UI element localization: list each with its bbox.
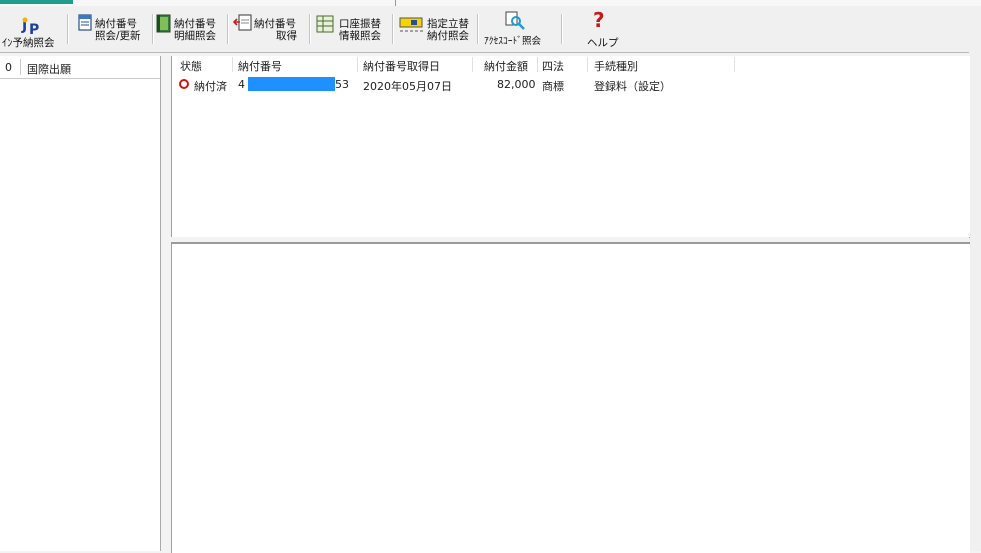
- table-icon: [316, 15, 334, 36]
- row-amount: 82,000: [497, 78, 536, 91]
- row-date: 2020年05月07日: [363, 80, 452, 93]
- toolbar-separator: [67, 14, 69, 44]
- toolbar-separator: [227, 14, 229, 44]
- toolbar: J P ｲﾝ予納照会 納付番号 照会/更新 納付番号 明細照会 納付番号 取得 …: [0, 6, 969, 53]
- column-divider[interactable]: [357, 57, 358, 72]
- noufu-shoukai-label-1: 納付番号: [95, 18, 137, 30]
- access-code-label: ｱｸｾｽｺｰﾄﾞ照会: [484, 36, 542, 47]
- column-divider[interactable]: [537, 57, 538, 72]
- detail-pane: [171, 242, 970, 553]
- key-search-icon: [504, 11, 526, 34]
- shitei-label-2: 納付照会: [427, 30, 469, 42]
- left-tree-pane[interactable]: 0 国際出願: [0, 56, 161, 551]
- yoyaku-button[interactable]: J P ｲﾝ予納照会: [0, 6, 64, 52]
- noufu-meisai-label-2: 明細照会: [174, 30, 216, 42]
- window-right-edge: [969, 6, 981, 551]
- left-header-col-0[interactable]: 0: [5, 61, 12, 74]
- noufu-meisai-button[interactable]: 納付番号 明細照会: [155, 6, 227, 52]
- noufu-shoukai-label-2: 照会/更新: [95, 30, 141, 42]
- noufu-shutoku-button[interactable]: 納付番号 取得: [230, 6, 306, 52]
- row-number-suffix: 53: [335, 78, 349, 91]
- noufu-meisai-label-1: 納付番号: [174, 18, 216, 30]
- noufu-shutoku-label-2: 取得: [276, 30, 297, 42]
- col-header-date[interactable]: 納付番号取得日: [363, 58, 440, 74]
- document-fetch-icon: [232, 14, 253, 35]
- help-button[interactable]: ? ヘルプ: [585, 6, 625, 52]
- list-header: 状態 納付番号 納付番号取得日 納付金額 四法 手続種別: [172, 56, 970, 73]
- kouza-label-2: 情報照会: [339, 30, 381, 42]
- noufu-shoukai-button[interactable]: 納付番号 照会/更新: [72, 6, 150, 52]
- redaction-bar: [248, 77, 335, 91]
- left-header-kokusai[interactable]: 国際出願: [27, 61, 71, 77]
- book-icon: [155, 14, 173, 37]
- row-status: 納付済: [194, 80, 227, 93]
- toolbar-separator: [309, 14, 311, 44]
- status-circle-icon: [179, 79, 189, 89]
- column-divider[interactable]: [587, 57, 588, 72]
- col-header-status[interactable]: 状態: [180, 58, 202, 74]
- header-divider: [20, 59, 21, 75]
- left-tree-header: 0 国際出願: [0, 56, 160, 79]
- row-number-prefix: 4: [238, 78, 245, 91]
- toolbar-separator: [392, 14, 394, 44]
- card-icon: [399, 17, 425, 36]
- toolbar-separator: [561, 14, 563, 44]
- access-code-button[interactable]: ｱｸｾｽｺｰﾄﾞ照会: [482, 6, 558, 52]
- col-header-procedure[interactable]: 手続種別: [594, 58, 638, 74]
- document-search-icon: [77, 14, 95, 35]
- column-divider[interactable]: [232, 57, 233, 72]
- toolbar-separator: [152, 14, 154, 44]
- toolbar-separator: [477, 14, 479, 44]
- vertical-splitter[interactable]: [161, 56, 171, 551]
- column-divider[interactable]: [472, 57, 473, 72]
- active-tab-indicator: [0, 0, 73, 4]
- payment-list[interactable]: 状態 納付番号 納付番号取得日 納付金額 四法 手続種別 納付済 4 53 20…: [171, 56, 970, 238]
- shitei-label-1: 指定立替: [427, 18, 469, 30]
- svg-text:P: P: [29, 22, 39, 37]
- help-label: ヘルプ: [587, 37, 619, 49]
- row-law: 商標: [542, 80, 564, 93]
- kouza-button[interactable]: 口座振替 情報照会: [313, 6, 389, 52]
- col-header-law[interactable]: 四法: [542, 58, 564, 74]
- table-row[interactable]: 納付済 4 53 2020年05月07日 82,000 商標 登録料（設定）: [172, 76, 970, 93]
- col-header-number[interactable]: 納付番号: [238, 58, 282, 74]
- column-divider[interactable]: [734, 57, 735, 72]
- col-header-amount[interactable]: 納付金額: [484, 58, 528, 74]
- shitei-button[interactable]: 指定立替 納付照会: [396, 6, 476, 52]
- question-icon: ?: [592, 8, 608, 34]
- row-procedure: 登録料（設定）: [594, 80, 671, 93]
- noufu-shutoku-label-1: 納付番号: [254, 18, 296, 30]
- svg-text:?: ?: [593, 9, 605, 31]
- yoyaku-label: ｲﾝ予納照会: [2, 37, 55, 49]
- kouza-label-1: 口座振替: [339, 18, 381, 30]
